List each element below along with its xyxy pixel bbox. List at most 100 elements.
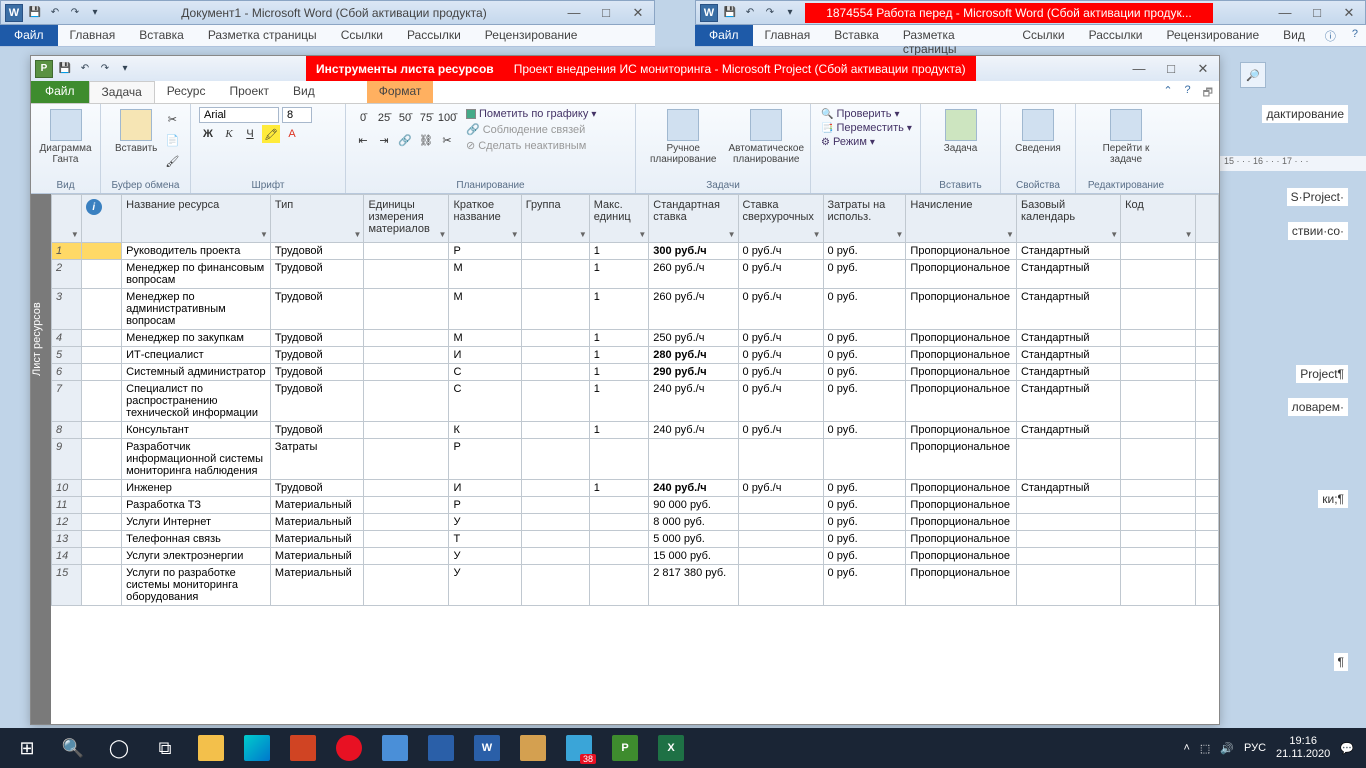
cell[interactable]: Пропорциональное (906, 347, 1017, 364)
column-header[interactable]: Макс. единиц▼ (589, 195, 649, 243)
cell[interactable] (364, 330, 449, 347)
cell[interactable] (1016, 548, 1120, 565)
cell[interactable] (823, 439, 906, 480)
table-row[interactable]: 2Менеджер по финансовым вопросамТрудовой… (52, 260, 1219, 289)
cell[interactable]: 3 (52, 289, 82, 330)
cell[interactable]: М (449, 260, 521, 289)
file-tab[interactable]: Файл (0, 25, 58, 46)
pct-75-icon[interactable]: 75̄ (417, 109, 435, 127)
cell[interactable] (1121, 514, 1195, 531)
cell[interactable]: 0 руб. (823, 565, 906, 606)
powerpoint-icon[interactable] (280, 728, 326, 768)
move-button[interactable]: 📑 Переместить ▾ (819, 121, 912, 135)
underline-button[interactable]: Ч (241, 125, 259, 143)
cell[interactable] (364, 243, 449, 260)
cell[interactable]: Пропорциональное (906, 260, 1017, 289)
cell[interactable]: И (449, 347, 521, 364)
cell[interactable]: 1 (589, 347, 649, 364)
cell[interactable]: Трудовой (270, 243, 364, 260)
cell[interactable]: 1 (589, 243, 649, 260)
cell[interactable] (738, 439, 823, 480)
cut-icon[interactable]: ✂ (163, 110, 181, 128)
tab-format[interactable]: Формат (367, 81, 434, 103)
tab-mailings[interactable]: Рассылки (1077, 25, 1155, 46)
cell[interactable]: Менеджер по финансовым вопросам (122, 260, 271, 289)
pct-25-icon[interactable]: 25̄ (375, 109, 393, 127)
cell[interactable] (1195, 364, 1219, 381)
pct-50-icon[interactable]: 50̄ (396, 109, 414, 127)
notifications-icon[interactable]: 💬 (1340, 742, 1354, 755)
cortana-button[interactable]: ◯ (96, 728, 142, 768)
cell[interactable] (1016, 565, 1120, 606)
cell[interactable] (364, 364, 449, 381)
cell[interactable] (1121, 497, 1195, 514)
cell[interactable]: 0 руб./ч (738, 347, 823, 364)
cell[interactable]: 290 руб./ч (649, 364, 738, 381)
column-header[interactable]: Начисление▼ (906, 195, 1017, 243)
cell[interactable]: Пропорциональное (906, 439, 1017, 480)
cell[interactable]: К (449, 422, 521, 439)
cell[interactable]: 260 руб./ч (649, 260, 738, 289)
cell[interactable]: Пропорциональное (906, 531, 1017, 548)
find-icon[interactable]: 🔎 (1240, 62, 1266, 88)
file-tab[interactable]: Файл (31, 81, 89, 103)
cell[interactable] (1016, 497, 1120, 514)
cell[interactable] (521, 531, 589, 548)
cell[interactable] (1195, 243, 1219, 260)
cell[interactable] (589, 565, 649, 606)
cell[interactable]: С (449, 364, 521, 381)
cell[interactable] (364, 439, 449, 480)
column-header[interactable]: Группа▼ (521, 195, 589, 243)
cell[interactable]: Стандартный (1016, 480, 1120, 497)
mode-button[interactable]: ⚙ Режим ▾ (819, 135, 912, 149)
cell[interactable] (364, 480, 449, 497)
table-row[interactable]: 3Менеджер по административным вопросамТр… (52, 289, 1219, 330)
cell[interactable]: Телефонная связь (122, 531, 271, 548)
cell[interactable]: 0 руб. (823, 548, 906, 565)
cell[interactable] (1195, 565, 1219, 606)
qa-custom-icon[interactable]: ▾ (86, 4, 104, 22)
redo-icon[interactable]: ↷ (761, 4, 779, 22)
cell[interactable]: Пропорциональное (906, 480, 1017, 497)
cell[interactable] (1016, 531, 1120, 548)
cell[interactable] (364, 260, 449, 289)
info-column-header[interactable]: i (81, 195, 121, 243)
tab-insert[interactable]: Вставка (127, 25, 196, 46)
edge-icon[interactable] (234, 728, 280, 768)
cell[interactable] (1195, 381, 1219, 422)
cell[interactable]: Менеджер по административным вопросам (122, 289, 271, 330)
information-button[interactable]: Сведения (1009, 107, 1067, 156)
cell[interactable]: 0 руб. (823, 364, 906, 381)
cell[interactable]: Специалист по распространению техническо… (122, 381, 271, 422)
network-icon[interactable]: ⬚ (1200, 742, 1210, 755)
cell[interactable] (521, 381, 589, 422)
cell[interactable] (521, 260, 589, 289)
tab-review[interactable]: Рецензирование (473, 25, 590, 46)
cell[interactable] (738, 531, 823, 548)
column-header[interactable]: Затраты на использ.▼ (823, 195, 906, 243)
cell[interactable]: Консультант (122, 422, 271, 439)
cell[interactable]: Пропорциональное (906, 565, 1017, 606)
cell[interactable]: Пропорциональное (906, 514, 1017, 531)
cell[interactable] (81, 439, 121, 480)
cell[interactable]: 11 (52, 497, 82, 514)
table-row[interactable]: 15Услуги по разработке системы мониторин… (52, 565, 1219, 606)
cell[interactable]: Материальный (270, 497, 364, 514)
volume-icon[interactable]: 🔊 (1220, 742, 1234, 755)
cell[interactable]: 0 руб. (823, 289, 906, 330)
tab-task[interactable]: Задача (89, 81, 155, 103)
cell[interactable]: Пропорциональное (906, 243, 1017, 260)
cell[interactable]: Трудовой (270, 260, 364, 289)
cell[interactable]: Стандартный (1016, 260, 1120, 289)
gantt-chart-button[interactable]: Диаграмма Ганта (39, 107, 92, 167)
cell[interactable]: Системный администратор (122, 364, 271, 381)
cell[interactable]: Разработка ТЗ (122, 497, 271, 514)
cell[interactable] (1195, 497, 1219, 514)
cell[interactable]: Услуги электроэнергии (122, 548, 271, 565)
cell[interactable]: Стандартный (1016, 422, 1120, 439)
column-header[interactable]: Краткое название▼ (449, 195, 521, 243)
cell[interactable] (81, 480, 121, 497)
cell[interactable]: У (449, 548, 521, 565)
cell[interactable] (1016, 439, 1120, 480)
help-icon[interactable]: ⓘ (1317, 25, 1344, 46)
